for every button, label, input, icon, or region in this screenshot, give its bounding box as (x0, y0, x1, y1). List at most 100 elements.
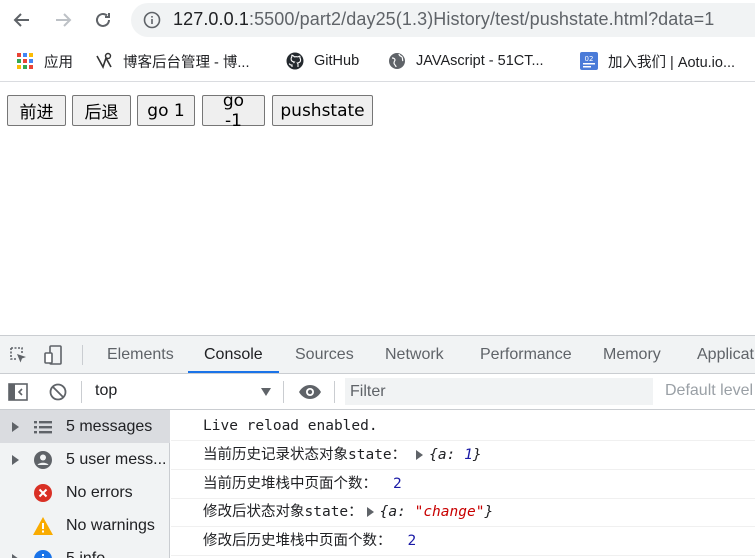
url-host: 127.0.0.1 (173, 9, 249, 29)
sidebar-item-errors[interactable]: No errors (0, 476, 170, 509)
toolbar-separator (283, 381, 284, 403)
aotu-logo-icon: 02 (580, 52, 598, 70)
expand-arrow-icon[interactable] (12, 454, 19, 465)
object-key: a (388, 504, 398, 520)
info-icon (32, 548, 54, 558)
expand-object-icon[interactable] (366, 507, 374, 517)
object-preview[interactable]: {a: 1} (429, 447, 481, 463)
expand-arrow-icon[interactable] (12, 421, 19, 432)
svg-text:02: 02 (585, 55, 594, 63)
filter-input[interactable]: Filter (345, 378, 653, 405)
warning-icon (32, 515, 54, 537)
bookmark-label: 博客后台管理 - 博... (123, 54, 250, 71)
device-toolbar-icon[interactable] (44, 345, 64, 365)
sidebar-toggle-icon[interactable] (8, 382, 28, 402)
bookmark-blog-admin[interactable]: 博客后台管理 - 博... (95, 50, 249, 72)
sidebar-item-user-messages[interactable]: 5 user mess... (0, 443, 170, 476)
github-icon (286, 52, 304, 70)
sidebar-item-label: 5 messages (66, 417, 153, 435)
chevron-down-icon[interactable] (261, 388, 271, 396)
console-sidebar: 5 messages 5 user mess... No errors No w… (0, 410, 170, 558)
console-message: 当前历史堆栈中页面个数： 2 (171, 470, 755, 499)
tab-sources[interactable]: Sources (295, 336, 354, 373)
bookmark-label: 应用 (44, 54, 73, 71)
forward-page-button[interactable]: 前进 (7, 95, 66, 126)
message-number: 2 (407, 533, 417, 549)
message-label: 修改后状态对象state： (203, 504, 363, 520)
bookmark-aotu[interactable]: 02 加入我们 | Aotu.io... (580, 50, 735, 72)
message-text: 当前历史记录状态对象state： {a: 1} (203, 441, 482, 470)
sidebar-item-info[interactable]: 5 info (0, 542, 170, 558)
bookmark-51cto[interactable]: JAVAscript - 51CT... (388, 50, 544, 72)
console-toolbar: top Filter Default level (0, 374, 755, 410)
console-message: 修改后历史堆栈中页面个数： 2 (171, 527, 755, 556)
error-icon (32, 482, 54, 504)
devtools-panel: Elements Console Sources Network Perform… (0, 335, 755, 558)
arrow-right-icon (56, 13, 72, 27)
message-text: Live reload enabled. (203, 418, 378, 434)
devtools-tab-bar: Elements Console Sources Network Perform… (0, 336, 755, 374)
reload-button[interactable] (89, 6, 117, 34)
back-page-button[interactable]: 后退 (72, 95, 131, 126)
console-message: 修改后状态对象state： {a: "change"} (171, 498, 755, 527)
console-messages: Live reload enabled. 当前历史记录状态对象state： {a:… (171, 410, 755, 558)
arrow-left-icon (13, 13, 29, 27)
console-message: Live reload enabled. (171, 412, 755, 441)
sidebar-item-messages[interactable]: 5 messages (0, 410, 170, 443)
message-label: 修改后历史堆栈中页面个数： (203, 533, 392, 549)
go-minus-1-button[interactable]: go -1 (202, 91, 265, 131)
url-path: :5500/part2/day25(1.3)History/test/pushs… (248, 9, 715, 29)
object-key: a (437, 447, 447, 463)
forward-button[interactable] (49, 6, 77, 34)
sidebar-item-warnings[interactable]: No warnings (0, 509, 170, 542)
globe-icon (388, 52, 406, 70)
url-text: 127.0.0.1:5500/part2/day25(1.3)History/t… (173, 9, 714, 30)
console-message: 当前历史记录状态对象state： {a: 1} (171, 441, 755, 470)
bookmark-label: 加入我们 | Aotu.io... (608, 54, 736, 71)
tab-elements[interactable]: Elements (107, 336, 174, 373)
sidebar-item-label: No warnings (66, 516, 155, 534)
info-icon[interactable] (143, 11, 161, 29)
expand-arrow-icon[interactable] (12, 553, 19, 558)
log-levels-dropdown[interactable]: Default level (665, 382, 753, 400)
inspect-element-icon[interactable] (8, 345, 28, 365)
address-bar[interactable]: 127.0.0.1:5500/part2/day25(1.3)History/t… (131, 3, 755, 37)
object-value: "change" (414, 504, 485, 520)
expand-object-icon[interactable] (416, 450, 424, 460)
bookmarks-bar: 应用 博客后台管理 - 博... GitHub JAVAscript - 51C… (0, 40, 755, 82)
bookmark-label: JAVAscript - 51CT... (416, 53, 544, 69)
tab-memory[interactable]: Memory (603, 336, 661, 373)
eye-icon[interactable] (298, 383, 322, 401)
bookmark-github[interactable]: GitHub (286, 50, 359, 72)
tab-console[interactable]: Console (188, 336, 279, 373)
tab-performance[interactable]: Performance (480, 336, 572, 373)
message-label: 当前历史堆栈中页面个数： (203, 476, 377, 492)
object-value: 1 (464, 447, 473, 463)
message-text: 修改后状态对象state： {a: "change"} (203, 498, 493, 527)
tab-application[interactable]: Applicat (697, 336, 754, 373)
message-text: 修改后历史堆栈中页面个数： 2 (203, 527, 416, 556)
reload-icon (96, 12, 110, 27)
tab-network[interactable]: Network (385, 336, 444, 373)
message-text: 当前历史堆栈中页面个数： 2 (203, 470, 402, 499)
blog-logo-icon (95, 52, 113, 70)
bookmark-label: GitHub (314, 53, 360, 69)
sidebar-item-label: No errors (66, 483, 133, 501)
bookmark-apps[interactable]: 应用 (16, 50, 73, 72)
user-icon (32, 449, 54, 471)
list-icon (32, 416, 54, 438)
browser-toolbar: 127.0.0.1:5500/part2/day25(1.3)History/t… (0, 0, 755, 40)
message-label: 当前历史记录状态对象state： (203, 447, 407, 463)
sidebar-item-label: 5 info (66, 549, 106, 558)
object-preview[interactable]: {a: "change"} (380, 504, 494, 520)
toolbar-separator (81, 381, 82, 403)
back-button[interactable] (8, 6, 36, 34)
tab-separator (82, 345, 83, 365)
message-number: 2 (393, 476, 402, 492)
toolbar-separator (334, 381, 335, 403)
context-selector[interactable]: top (95, 382, 117, 400)
clear-console-icon[interactable] (48, 382, 68, 402)
pushstate-button[interactable]: pushstate (272, 95, 373, 126)
sidebar-item-label: 5 user mess... (66, 450, 167, 468)
go-1-button[interactable]: go 1 (137, 95, 195, 126)
